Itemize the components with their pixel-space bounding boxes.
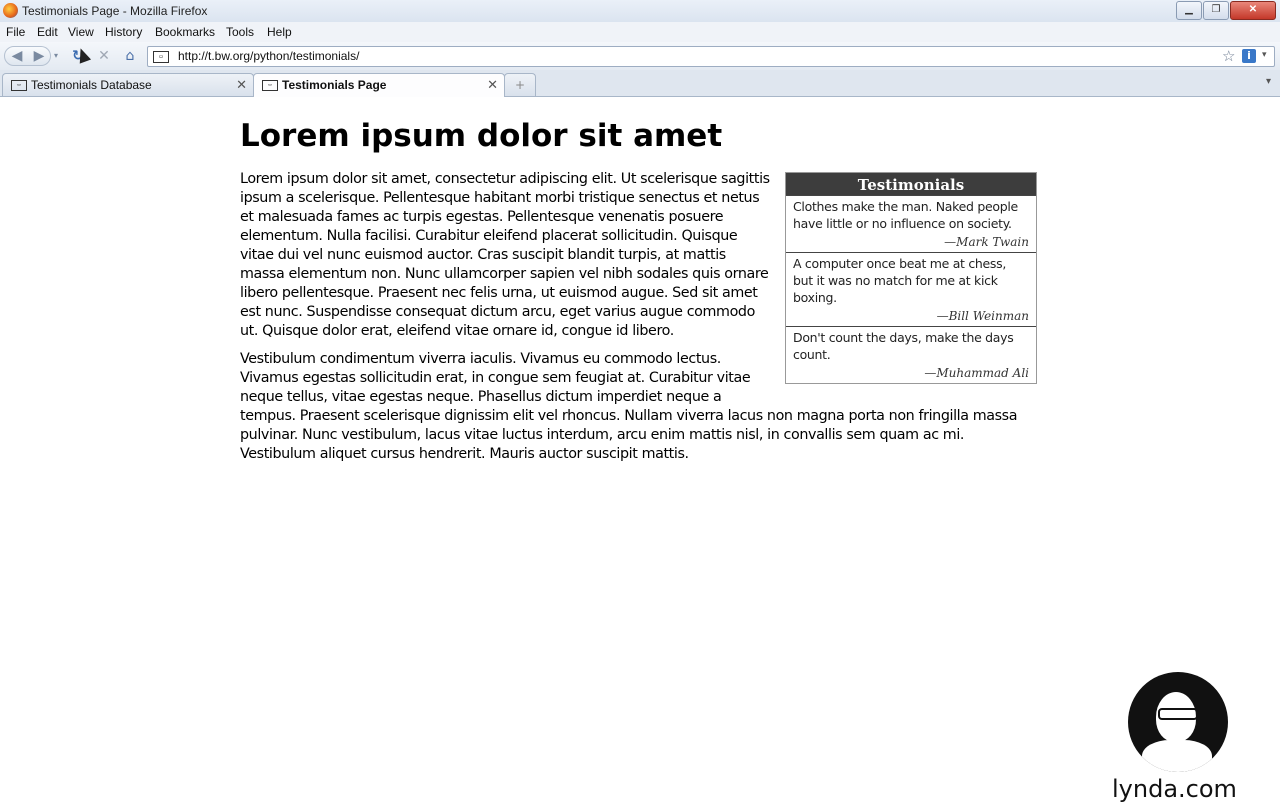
tab-label: Testimonials Database (31, 78, 152, 92)
testimonial-item: A computer once beat me at chess, but it… (786, 252, 1036, 326)
firefox-icon (3, 3, 18, 18)
minimize-button[interactable]: ▁ (1176, 1, 1202, 20)
lynda-logo: lynda.com (1112, 672, 1252, 807)
site-identity-icon[interactable]: ▭ (153, 51, 169, 63)
close-window-button[interactable]: ✕ (1230, 1, 1276, 20)
window-title: Testimonials Page - Mozilla Firefox (22, 4, 208, 18)
testimonial-author: —Mark Twain (944, 235, 1029, 249)
testimonial-item: Clothes make the man. Naked people have … (786, 195, 1036, 252)
menu-history[interactable]: History (105, 25, 142, 39)
tab-close-icon[interactable]: ✕ (487, 77, 498, 93)
tab-favicon-icon: ▭ (262, 80, 278, 91)
menu-view[interactable]: View (68, 25, 94, 39)
bookmark-star-icon[interactable]: ☆ (1222, 47, 1235, 65)
menu-bar: File Edit View History Bookmarks Tools H… (0, 22, 1280, 42)
info-icon[interactable]: i (1242, 49, 1256, 63)
stop-button[interactable]: ✕ (94, 46, 114, 66)
home-button[interactable]: ⌂ (120, 46, 140, 66)
lynda-logo-text: lynda.com (1112, 775, 1237, 803)
testimonial-author: —Muhammad Ali (924, 366, 1029, 380)
testimonial-item: Don't count the days, make the days coun… (786, 326, 1036, 383)
maximize-button[interactable]: ❐ (1203, 1, 1229, 20)
tab-close-icon[interactable]: ✕ (236, 77, 247, 93)
testimonial-text: Don't count the days, make the days coun… (793, 330, 1014, 362)
testimonial-text: A computer once beat me at chess, but it… (793, 256, 1007, 305)
new-tab-button[interactable]: + (504, 73, 536, 96)
history-dropdown-icon[interactable]: ▾ (50, 46, 62, 66)
menu-tools[interactable]: Tools (226, 25, 254, 39)
tab-label: Testimonials Page (282, 78, 387, 92)
tab-testimonials-database[interactable]: ▭ Testimonials Database ✕ (2, 73, 254, 96)
window-titlebar: Testimonials Page - Mozilla Firefox ▁ ❐ … (0, 0, 1280, 22)
menu-bookmarks[interactable]: Bookmarks (155, 25, 215, 39)
url-text[interactable]: http://t.bw.org/python/testimonials/ (178, 49, 359, 63)
tab-list-icon[interactable]: ▾ (1266, 76, 1271, 87)
testimonial-author: —Bill Weinman (936, 309, 1029, 323)
testimonial-text: Clothes make the man. Naked people have … (793, 199, 1018, 231)
page-content: Lorem ipsum dolor sit amet Testimonials … (0, 97, 1280, 803)
back-button[interactable]: ◀ (4, 46, 30, 66)
page-heading: Lorem ipsum dolor sit amet (240, 118, 723, 154)
lynda-logo-emblem-icon (1128, 672, 1228, 772)
testimonials-sidebar: Testimonials Clothes make the man. Naked… (785, 172, 1037, 384)
address-bar[interactable]: ▭ http://t.bw.org/python/testimonials/ ☆… (147, 46, 1275, 67)
url-dropdown-icon[interactable]: ▾ (1262, 50, 1267, 60)
menu-edit[interactable]: Edit (37, 25, 58, 39)
testimonials-title: Testimonials (786, 173, 1036, 195)
forward-button[interactable]: ▶ (28, 46, 51, 66)
menu-help[interactable]: Help (267, 25, 292, 39)
tab-strip: ▭ Testimonials Database ✕ ▭ Testimonials… (0, 70, 1280, 97)
navigation-toolbar: ◀ ▶ ▾ ↻ ✕ ⌂ ▭ http://t.bw.org/python/tes… (0, 42, 1280, 71)
tab-testimonials-page[interactable]: ▭ Testimonials Page ✕ (253, 73, 505, 97)
tab-favicon-icon: ▭ (11, 80, 27, 91)
menu-file[interactable]: File (6, 25, 25, 39)
article: Lorem ipsum dolor sit amet Testimonials … (240, 97, 1040, 464)
